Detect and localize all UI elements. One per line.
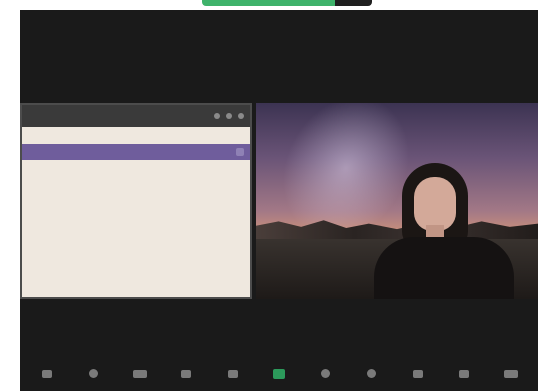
window-control-icon[interactable] (238, 113, 244, 119)
more-icon (459, 369, 470, 378)
chat-button[interactable] (223, 364, 243, 384)
mic-button[interactable] (37, 364, 57, 384)
video-icon (132, 369, 147, 378)
more-button[interactable] (454, 364, 474, 384)
participants-icon (181, 369, 192, 378)
shared-document-tile[interactable] (20, 103, 252, 299)
share-indicator[interactable] (202, 0, 372, 6)
reactions-icon (367, 369, 377, 378)
apps-icon (413, 369, 424, 378)
chat-icon (227, 369, 238, 378)
reactions-button[interactable] (362, 364, 382, 384)
video-button[interactable] (130, 364, 150, 384)
speaker-face (414, 177, 456, 231)
window-control-icon[interactable] (214, 113, 220, 119)
share-screen-icon (272, 368, 285, 379)
window-control-icon[interactable] (226, 113, 232, 119)
record-icon (320, 369, 330, 378)
speaker-figure (374, 163, 514, 299)
end-icon (503, 369, 518, 378)
security-button[interactable] (84, 364, 104, 384)
security-icon (89, 369, 99, 378)
apps-button[interactable] (408, 364, 428, 384)
share-indicator-controls[interactable] (334, 0, 372, 6)
meeting-toolbar (20, 356, 538, 391)
close-icon[interactable] (236, 148, 244, 156)
speaker-body (374, 237, 514, 299)
share-screen-button[interactable] (269, 364, 289, 384)
record-button[interactable] (315, 364, 335, 384)
share-indicator-active (202, 0, 335, 6)
participants-button[interactable] (176, 364, 196, 384)
doc-header-bar (22, 144, 250, 160)
mic-icon (42, 369, 53, 378)
doc-body (22, 160, 250, 221)
speaker-video-tile[interactable] (256, 103, 538, 299)
end-button[interactable] (501, 364, 521, 384)
meeting-window (20, 0, 538, 391)
doc-titlebar (22, 105, 250, 127)
